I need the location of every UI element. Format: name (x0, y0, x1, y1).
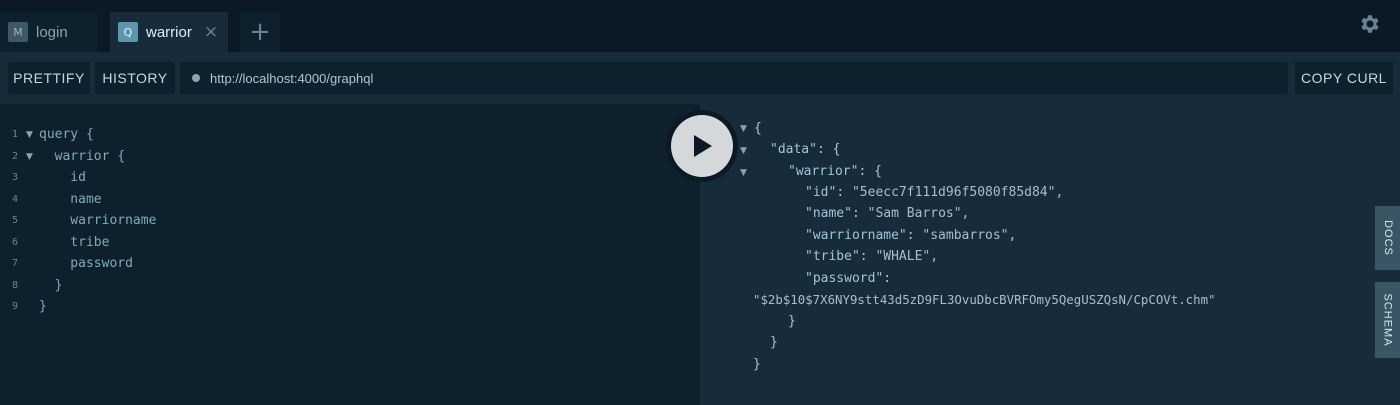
json-line: "tribe": "WHALE", (805, 249, 938, 269)
json-line: "name": "Sam Barros", (805, 206, 969, 226)
json-key: "password" (805, 271, 884, 286)
run-query-button[interactable] (666, 110, 738, 182)
json-colon: : (836, 185, 845, 200)
plus-icon: + (249, 17, 271, 47)
json-colon: : (851, 206, 860, 221)
code-line: } (39, 278, 63, 293)
line-number: 4 (11, 194, 18, 205)
line-number: 9 (11, 301, 18, 312)
code-line: name (39, 192, 102, 207)
json-colon: : (906, 228, 915, 243)
fold-arrow-icon[interactable]: ▼ (26, 152, 33, 162)
json-key: "warrior" (788, 164, 859, 179)
json-brace: { (874, 164, 882, 179)
code-line: warriorname (39, 213, 157, 228)
json-colon: : (816, 142, 825, 157)
add-tab-button[interactable]: + (240, 12, 280, 52)
line-number: 2 (11, 151, 18, 162)
tab-bar: M login Q warrior × + (0, 0, 1400, 52)
line-number: 8 (11, 280, 18, 291)
line-number: 3 (11, 172, 18, 183)
fold-arrow-icon[interactable]: ▼ (26, 130, 33, 140)
line-number: 1 (11, 129, 18, 140)
status-dot (192, 74, 200, 82)
code-line: warrior { (39, 149, 126, 164)
json-value: "sambarros", (922, 228, 1017, 243)
code-line: password (39, 256, 133, 271)
docs-label: DOCS (1381, 220, 1394, 256)
json-line: "password": (805, 271, 891, 291)
query-editor[interactable]: 1 2 3 4 5 6 7 8 9 ▼ ▼ query { warrior { … (0, 104, 700, 405)
result-viewer: ▼ ▼ ▼ { "data": { "warrior": { "id": "5e… (700, 104, 1400, 405)
json-key: "id" (805, 185, 837, 200)
json-key: "warriorname" (805, 228, 907, 243)
json-line: "warriorname": "sambarros", (805, 228, 1016, 248)
tab-label: login (36, 23, 68, 41)
line-number: 5 (11, 215, 18, 226)
history-button[interactable]: HISTORY (95, 62, 175, 94)
mutation-badge: M (8, 22, 28, 42)
json-brace: } (753, 357, 761, 372)
copy-curl-button[interactable]: COPY CURL (1295, 62, 1393, 94)
json-value: "5eecc7f111d96f5080f85d84", (851, 185, 1064, 200)
endpoint-url: http://localhost:4000/graphql (210, 70, 374, 86)
tab-warrior[interactable]: Q warrior × (110, 12, 228, 52)
json-line: "warrior": { (788, 164, 882, 184)
json-colon: : (883, 271, 892, 286)
json-key: "data" (770, 142, 817, 157)
json-brace: } (770, 335, 778, 350)
toolbar: PRETTIFY HISTORY http://localhost:4000/g… (0, 52, 1400, 104)
json-value: "Sam Barros", (867, 206, 970, 221)
docs-tab[interactable]: DOCS (1375, 206, 1400, 270)
line-number: 6 (11, 237, 18, 248)
query-badge: Q (118, 22, 138, 42)
code-line: query { (39, 127, 94, 142)
json-colon: : (858, 164, 867, 179)
line-number: 7 (11, 258, 18, 269)
prettify-button[interactable]: PRETTIFY (8, 62, 90, 94)
json-key: "tribe" (805, 249, 860, 264)
json-brace: { (832, 142, 841, 157)
endpoint-url-input[interactable]: http://localhost:4000/graphql (180, 62, 1288, 94)
close-icon[interactable]: × (204, 22, 218, 42)
gear-icon[interactable] (1358, 12, 1382, 36)
schema-tab[interactable]: SCHEMA (1375, 282, 1400, 358)
json-brace: { (754, 121, 762, 136)
json-line: "id": "5eecc7f111d96f5080f85d84", (805, 185, 1063, 205)
json-brace: } (788, 314, 796, 329)
code-line: tribe (39, 235, 110, 250)
json-value: "WHALE", (875, 249, 939, 264)
json-key: "name" (805, 206, 852, 221)
fold-arrow-icon[interactable]: ▼ (740, 168, 747, 178)
fold-arrow-icon[interactable]: ▼ (740, 124, 747, 134)
schema-label: SCHEMA (1381, 293, 1394, 347)
tab-login[interactable]: M login (0, 12, 98, 52)
json-colon: : (859, 249, 868, 264)
play-icon (671, 115, 733, 177)
code-line: } (39, 299, 47, 314)
json-value: "$2b$10$7X6NY9stt43d5zD9FL3OvuDbcBVRFOmy… (753, 292, 1216, 307)
json-line: "data": { (770, 142, 840, 162)
fold-arrow-icon[interactable]: ▼ (740, 146, 747, 156)
code-line: id (39, 170, 86, 185)
tab-label: warrior (146, 23, 192, 41)
